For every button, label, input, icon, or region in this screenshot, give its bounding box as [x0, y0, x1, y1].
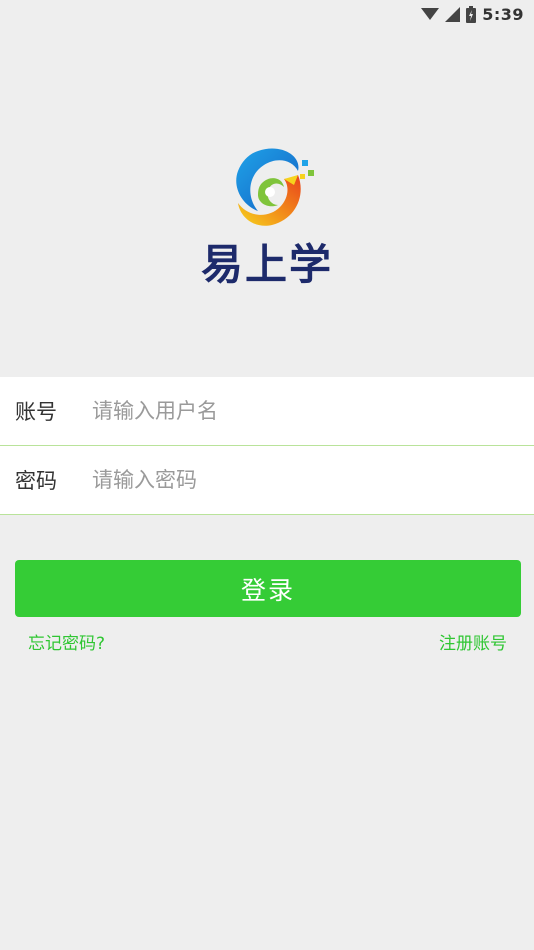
password-input[interactable] — [92, 468, 534, 492]
app-logo: 易上学 — [0, 145, 534, 295]
battery-icon — [466, 5, 477, 23]
login-form: 账号 密码 — [0, 377, 534, 515]
account-row: 账号 — [0, 377, 534, 446]
register-link[interactable]: 注册账号 — [439, 629, 507, 654]
cell-signal-icon — [445, 6, 461, 22]
logo-text: 易上学 — [200, 240, 333, 289]
password-row: 密码 — [0, 446, 534, 515]
forgot-password-link[interactable]: 忘记密码? — [28, 629, 105, 654]
username-input[interactable] — [92, 399, 534, 423]
login-button[interactable]: 登录 — [15, 560, 521, 617]
account-label: 账号 — [15, 400, 57, 424]
password-label: 密码 — [15, 469, 57, 493]
wifi-icon — [421, 7, 440, 21]
logo-mark-icon — [236, 148, 314, 226]
status-bar: 5:39 — [0, 0, 534, 28]
status-time: 5:39 — [482, 4, 524, 24]
